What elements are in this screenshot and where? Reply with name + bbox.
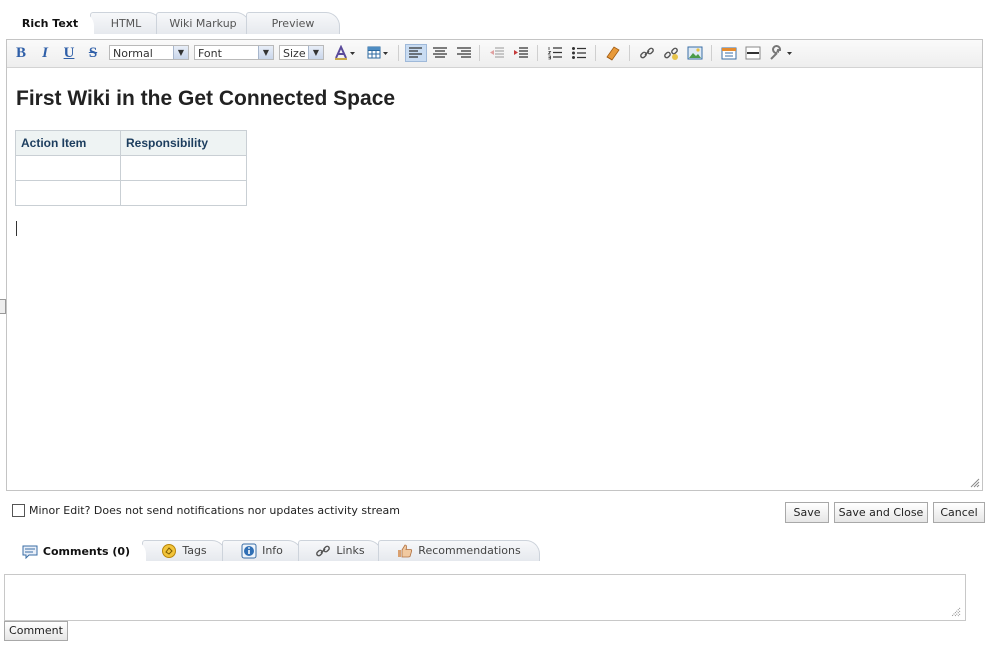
bulleted-list-icon [572,47,586,59]
format-select[interactable]: Normal ▼ [109,45,189,60]
table-header-cell[interactable]: Responsibility [120,130,247,156]
tab-html[interactable]: HTML [90,12,162,34]
editor-toolbar: B I U S Normal ▼ Font ▼ Size ▼ [7,40,982,68]
resize-grip-icon[interactable] [951,607,961,617]
editor-mode-tabs: Rich Text HTML Wiki Markup Preview [6,12,340,35]
text-color-icon [335,45,355,60]
indent-icon [514,47,528,58]
align-center-button[interactable] [430,44,450,62]
table-row [15,155,247,181]
strikethrough-button[interactable]: S [83,44,103,62]
resize-grip-icon[interactable] [970,478,980,488]
tab-tags-label: Tags [182,544,207,557]
comment-textarea[interactable] [4,574,966,621]
remove-format-button[interactable] [603,44,623,62]
info-icon [241,543,257,559]
outdent-button[interactable] [487,44,507,62]
minor-edit-checkbox[interactable] [12,504,25,517]
rich-text-editor[interactable]: B I U S Normal ▼ Font ▼ Size ▼ First Wik… [6,39,983,491]
table-cell[interactable] [120,155,247,181]
eraser-icon [606,46,620,61]
font-select[interactable]: Font ▼ [194,45,274,60]
tab-recommendations-label: Recommendations [418,544,521,557]
outdent-icon [490,47,504,58]
align-left-icon [409,47,422,58]
text-color-button[interactable] [333,44,359,62]
chevron-down-icon: ▼ [258,46,273,59]
unlink-button[interactable] [661,44,681,62]
insert-link-button[interactable] [637,44,657,62]
horizontal-rule-button[interactable] [743,44,763,62]
toolbar-separator [537,45,538,61]
bulleted-list-button[interactable] [569,44,589,62]
size-select[interactable]: Size ▼ [279,45,324,60]
page-info-tabs: Comments (0) Tags Info Links Recommendat… [6,540,540,562]
toolbar-separator [479,45,480,61]
align-right-icon [457,47,471,58]
underline-button[interactable]: U [59,44,79,62]
insert-table-button[interactable] [366,44,392,62]
calendar-icon [721,47,737,60]
horizontal-rule-icon [745,46,761,60]
tab-rich-text[interactable]: Rich Text [6,12,94,35]
comment-icon [22,545,38,559]
tab-info-label: Info [262,544,283,557]
table-row [15,180,247,206]
table-cell[interactable] [120,180,247,206]
link-icon [316,545,331,557]
numbered-list-button[interactable] [545,44,565,62]
size-select-value: Size [283,47,306,60]
tab-comments-label: Comments (0) [42,544,131,558]
cancel-button[interactable]: Cancel [933,502,985,523]
chevron-down-icon: ▼ [308,46,323,59]
wiki-page-heading[interactable]: First Wiki in the Get Connected Space [16,87,395,111]
action-items-table[interactable]: Action Item Responsibility [15,130,247,206]
numbered-list-icon [547,47,562,60]
tag-icon [162,544,177,558]
tab-wiki-markup[interactable]: Wiki Markup [156,12,250,34]
insert-macro-button[interactable] [719,44,739,62]
text-cursor [16,221,17,236]
tab-tags[interactable]: Tags [142,540,226,561]
table-header-cell[interactable]: Action Item [15,130,121,156]
link-icon [640,47,654,59]
tab-links-label: Links [336,544,365,557]
align-right-button[interactable] [454,44,474,62]
tools-menu-button[interactable] [767,44,795,62]
bold-button[interactable]: B [11,44,31,62]
font-select-value: Font [198,47,222,60]
format-select-value: Normal [113,47,153,60]
italic-button[interactable]: I [35,44,55,62]
tab-recommendations[interactable]: Recommendations [378,540,540,561]
comment-button[interactable]: Comment [4,621,68,641]
table-cell[interactable] [15,155,121,181]
tab-comments[interactable]: Comments (0) [6,540,146,562]
toolbar-separator [398,45,399,61]
tab-info[interactable]: Info [222,540,302,561]
table-icon [367,46,388,59]
align-left-button[interactable] [405,44,427,62]
tab-links[interactable]: Links [298,540,382,561]
chevron-down-icon: ▼ [173,46,188,59]
thumbs-up-icon [398,544,413,558]
minor-edit-option[interactable]: Minor Edit? Does not send notifications … [12,504,400,517]
unlink-icon [664,47,678,60]
save-and-close-button[interactable]: Save and Close [834,502,928,523]
toolbar-separator [629,45,630,61]
save-button[interactable]: Save [785,502,829,523]
insert-image-button[interactable] [685,44,705,62]
wrench-icon [770,45,792,60]
table-cell[interactable] [15,180,121,206]
toolbar-separator [595,45,596,61]
sidebar-toggle-handle[interactable] [0,299,6,314]
image-icon [687,46,703,60]
align-center-icon [433,47,447,58]
toolbar-separator [711,45,712,61]
minor-edit-label: Minor Edit? Does not send notifications … [29,504,400,517]
indent-button[interactable] [511,44,531,62]
tab-preview[interactable]: Preview [246,12,340,34]
